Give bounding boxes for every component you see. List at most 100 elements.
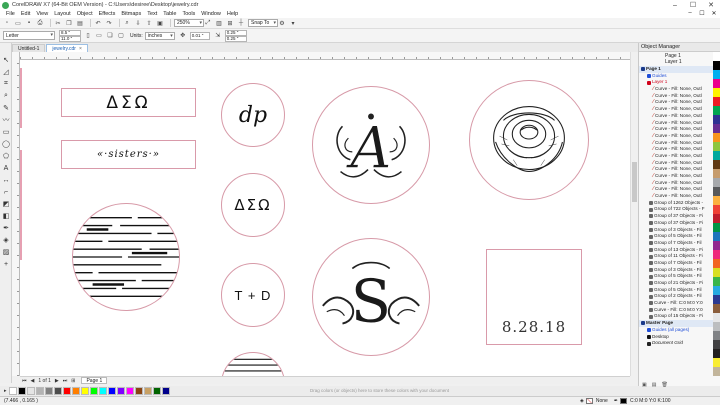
initials-circle[interactable]: T + D <box>221 263 285 327</box>
print-icon[interactable]: ⎙ <box>36 19 44 27</box>
color-eyedropper-tool-icon[interactable]: ✒ <box>1 223 11 233</box>
object-row-curve[interactable]: ∕ Curve - Fill: None, Outl <box>639 133 720 140</box>
save-icon[interactable]: ▪ <box>25 19 33 27</box>
object-row-group[interactable]: Group of 13 Objects - Fi <box>639 247 720 254</box>
import-icon[interactable]: ⇩ <box>134 19 142 27</box>
object-row-group[interactable]: Group of 722 Objects - F <box>639 206 720 213</box>
sisters-frame[interactable]: «·sisters·» <box>61 140 196 169</box>
palette-swatch[interactable] <box>713 241 720 250</box>
wood-grain-circle[interactable] <box>72 203 180 311</box>
menu-tools[interactable]: Tools <box>182 11 195 17</box>
palette-swatch[interactable] <box>98 387 107 395</box>
rulers-icon[interactable]: ▥ <box>215 19 223 27</box>
grid-icon[interactable]: ⊞ <box>226 19 234 27</box>
palette-swatch[interactable] <box>713 79 720 88</box>
minimize-button[interactable]: – <box>666 0 684 10</box>
palette-swatch[interactable] <box>713 178 720 187</box>
rectangle-tool-icon[interactable]: ▭ <box>1 127 11 137</box>
previous-page-icon[interactable]: ◀ <box>31 378 35 384</box>
palette-swatch[interactable] <box>35 387 44 395</box>
shape-tool-icon[interactable]: ◿ <box>1 67 11 77</box>
next-page-icon[interactable]: ▶ <box>55 378 59 384</box>
object-row-group[interactable]: Group of 11 Objects - Fi <box>639 253 720 260</box>
full-screen-icon[interactable]: ⤢ <box>204 19 212 27</box>
palette-swatch[interactable] <box>125 387 134 395</box>
snap-to-combo[interactable]: Snap To <box>248 19 278 27</box>
menu-file[interactable]: File <box>6 11 15 17</box>
palette-swatch[interactable] <box>713 124 720 133</box>
paper-type-combo[interactable]: Letter <box>3 31 55 40</box>
object-row-group[interactable]: Curve - Fill: C:0 M:0 Y:0 <box>639 300 720 307</box>
date-square-frame[interactable]: 8.28.18 <box>486 249 582 345</box>
object-row-curve[interactable]: ∕ Curve - Fill: None, Outl <box>639 180 720 187</box>
palette-swatch[interactable] <box>713 88 720 97</box>
object-row-mlayer[interactable]: Desktop <box>639 334 720 341</box>
new-layer-icon[interactable]: ▣ <box>642 382 647 388</box>
object-row-group[interactable]: Group of 21 Objects - Fi <box>639 280 720 287</box>
menu-effects[interactable]: Effects <box>99 11 116 17</box>
object-row-group[interactable]: Group of 7 Objects - Fil <box>639 260 720 267</box>
launcher-icon[interactable]: ▾ <box>289 19 297 27</box>
palette-swatch[interactable] <box>713 259 720 268</box>
palette-swatch[interactable] <box>713 331 720 340</box>
object-row-curve[interactable]: ∕ Curve - Fill: None, Outl <box>639 166 720 173</box>
object-row-group[interactable]: Group of 5 Objects - Fil <box>639 287 720 294</box>
palette-swatch[interactable] <box>713 205 720 214</box>
object-row-mlayer[interactable]: Document Grid <box>639 340 720 347</box>
dp-monogram-circle[interactable]: dp <box>221 83 285 147</box>
cut-icon[interactable]: ✂ <box>54 19 62 27</box>
monogram-a-circle[interactable]: A <box>312 86 430 204</box>
object-row-group[interactable]: Group of 37 Objects - Fi <box>639 213 720 220</box>
palette-swatch[interactable] <box>143 387 152 395</box>
palette-swatch[interactable] <box>89 387 98 395</box>
object-row-curve[interactable]: ∕ Curve - Fill: None, Outl <box>639 140 720 147</box>
pick-tool-icon[interactable]: ↖ <box>1 55 11 65</box>
palette-swatch[interactable] <box>713 268 720 277</box>
palette-swatch[interactable] <box>713 340 720 349</box>
zoom-tool-icon[interactable]: ⌕ <box>1 91 11 101</box>
redo-icon[interactable]: ↷ <box>105 19 113 27</box>
palette-swatch[interactable] <box>713 187 720 196</box>
duplicate-y-field[interactable]: 0.25 " <box>224 35 247 42</box>
rose-illustration-circle[interactable] <box>469 80 589 200</box>
undo-icon[interactable]: ↶ <box>94 19 102 27</box>
interactive-fill-tool-icon[interactable]: ◈ <box>1 235 11 245</box>
all-pages-icon[interactable]: ❏ <box>106 32 114 40</box>
options-gear-icon[interactable]: ⚙ <box>278 19 286 27</box>
object-row-layer[interactable]: Layer 1 <box>639 79 720 86</box>
menu-window[interactable]: Window <box>201 11 221 17</box>
palette-menu-icon[interactable]: ▸ <box>4 388 7 394</box>
guidelines-icon[interactable]: ┼ <box>237 19 245 27</box>
doc-restore-icon[interactable]: ☐ <box>696 10 708 17</box>
drop-shadow-tool-icon[interactable]: ◩ <box>1 199 11 209</box>
first-page-icon[interactable]: ⏮ <box>22 378 27 384</box>
palette-swatch[interactable] <box>713 214 720 223</box>
object-row-group[interactable]: Group of 1262 Objects - <box>639 200 720 207</box>
palette-swatch[interactable] <box>713 322 720 331</box>
paste-icon[interactable]: ▤ <box>76 19 84 27</box>
vertical-scrollbar[interactable] <box>630 52 638 376</box>
menu-help[interactable]: Help <box>227 11 238 17</box>
object-row-curve[interactable]: ∕ Curve - Fill: None, Outl <box>639 120 720 127</box>
vertical-scroll-thumb[interactable] <box>632 162 637 202</box>
fill-swatch[interactable] <box>585 398 593 404</box>
page-1-tab[interactable]: Page 1 <box>81 377 108 384</box>
delete-icon[interactable]: 🗑 <box>661 382 667 388</box>
units-combo[interactable]: inches <box>144 31 175 40</box>
new-document-icon[interactable]: ▫ <box>3 19 11 27</box>
object-row-master[interactable]: Master Page <box>639 320 720 327</box>
menu-bitmaps[interactable]: Bitmaps <box>121 11 141 17</box>
greek-letters-circle[interactable]: ΔΣΩ <box>221 173 285 237</box>
palette-swatch[interactable] <box>713 277 720 286</box>
palette-swatch[interactable] <box>713 358 720 367</box>
nudge-distance-field[interactable]: 0.01 " <box>189 31 210 40</box>
crop-tool-icon[interactable]: ⌗ <box>1 79 11 89</box>
object-row-group[interactable]: Group of 37 Objects - Fi <box>639 220 720 227</box>
object-row-curve[interactable]: ∕ Curve - Fill: None, Outl <box>639 153 720 160</box>
palette-swatch[interactable] <box>713 52 720 61</box>
monogram-s-circle[interactable]: S <box>312 238 430 356</box>
tab-jewelry[interactable]: jewelry.cdr × <box>46 44 88 52</box>
object-row-group[interactable]: Group of 3 Objects - Fil <box>639 227 720 234</box>
object-row-page1[interactable]: Page 1 <box>639 66 720 73</box>
page-height-field[interactable]: 11.0 " <box>59 35 81 42</box>
